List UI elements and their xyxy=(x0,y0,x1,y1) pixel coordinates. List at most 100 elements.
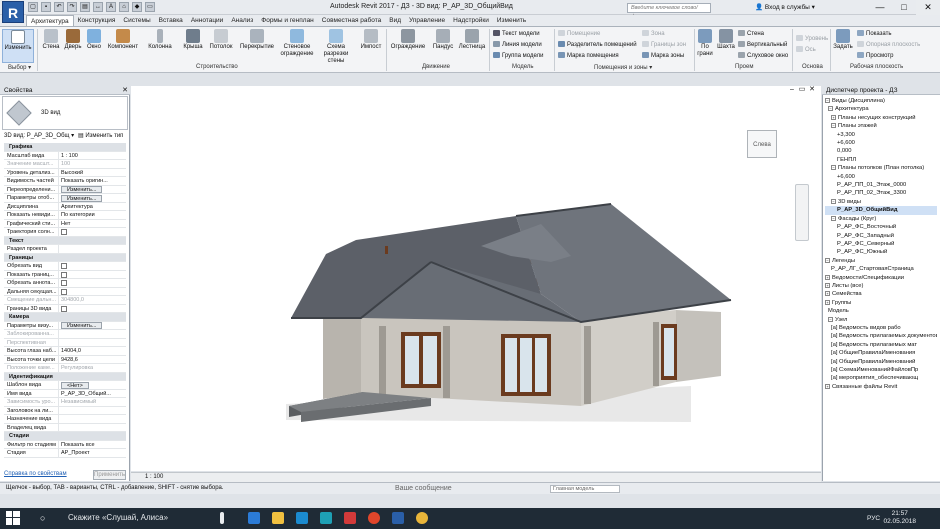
minimize-button[interactable]: — xyxy=(868,0,892,15)
tree-node[interactable]: [a] СхемаИменованийФайловПр xyxy=(825,366,937,374)
curtain-system-button[interactable]: Стеновое ограждение xyxy=(280,29,314,58)
measure-icon[interactable]: ↔ xyxy=(93,2,103,12)
area-tag-button[interactable]: Марка зоны xyxy=(642,52,684,60)
vertical-opening-button[interactable]: Вертикальный xyxy=(738,41,787,49)
shaft-button[interactable]: Шахта xyxy=(716,29,736,51)
floor-button[interactable]: Перекрытие xyxy=(238,29,276,51)
house-model[interactable] xyxy=(131,86,821,471)
property-value[interactable]: Архитектура xyxy=(59,203,126,211)
close-button[interactable]: ✕ xyxy=(916,0,940,15)
view-instance-selector[interactable]: 3D вид: Р_АР_3D_Общ ▾ xyxy=(4,132,74,139)
properties-section[interactable]: Стадии xyxy=(4,432,126,441)
tab-structure[interactable]: Конструкция xyxy=(74,15,120,26)
curtain-grid-button[interactable]: Схема разрезки стены xyxy=(316,29,356,65)
property-checkbox[interactable] xyxy=(61,263,67,269)
tab-manage[interactable]: Управление xyxy=(405,15,449,26)
tree-node[interactable]: + Группы xyxy=(825,299,937,307)
chat-input[interactable]: Ваше сообщение xyxy=(395,485,452,492)
expand-icon[interactable]: + xyxy=(825,291,830,297)
tab-insert[interactable]: Вставка xyxy=(155,15,187,26)
tree-node[interactable]: ГЕНПЛ xyxy=(825,156,937,164)
tab-annotate[interactable]: Аннотации xyxy=(187,15,228,26)
print-icon[interactable]: ▤ xyxy=(80,2,90,12)
window-button[interactable]: Окно xyxy=(84,29,104,51)
show-button[interactable]: Показать xyxy=(857,30,892,38)
tab-modify[interactable]: Изменить xyxy=(493,15,530,26)
tree-node[interactable]: +3,300 xyxy=(825,131,937,139)
door-button[interactable]: Дверь xyxy=(63,29,83,51)
property-value[interactable]: АР_Проект xyxy=(59,449,126,457)
tab-architecture[interactable]: Архитектура xyxy=(26,15,74,26)
undo-icon[interactable]: ↶ xyxy=(54,2,64,12)
mullion-button[interactable]: Импост xyxy=(358,29,384,51)
tree-node[interactable]: + Семейства xyxy=(825,290,937,298)
property-checkbox[interactable] xyxy=(61,280,67,286)
tree-node[interactable]: +6,600 xyxy=(825,173,937,181)
tree-node[interactable]: +6,600 xyxy=(825,139,937,147)
property-value[interactable]: Высокий xyxy=(59,169,126,177)
open-icon[interactable]: ▢ xyxy=(28,2,38,12)
3d-view-icon[interactable]: ⌂ xyxy=(119,2,129,12)
search-icon[interactable]: ○ xyxy=(40,513,45,523)
collapse-icon[interactable]: − xyxy=(831,123,836,129)
tab-view[interactable]: Вид xyxy=(385,15,405,26)
collapse-icon[interactable]: − xyxy=(825,257,830,263)
tree-node[interactable]: − Виды (Дисциплина) xyxy=(825,97,937,105)
tree-node[interactable]: Р_АР_ФС_Восточный xyxy=(825,223,937,231)
collapse-icon[interactable]: − xyxy=(831,215,836,221)
property-checkbox[interactable] xyxy=(61,229,67,235)
ceiling-button[interactable]: Потолок xyxy=(207,29,235,51)
tree-node[interactable]: − Архитектура xyxy=(825,105,937,113)
tree-node[interactable]: Модель xyxy=(825,307,937,315)
app-logo[interactable]: R xyxy=(2,1,24,23)
grid-button[interactable]: Ось xyxy=(796,46,816,54)
microphone-icon[interactable] xyxy=(220,512,224,524)
stair-button[interactable]: Лестница xyxy=(458,29,486,51)
tree-node[interactable]: Р_АР_ФС_Западный xyxy=(825,232,937,240)
railing-button[interactable]: Ограждение xyxy=(389,29,427,51)
component-button[interactable]: Компонент xyxy=(104,29,142,51)
tree-node[interactable]: − Узел xyxy=(825,316,937,324)
property-value[interactable]: 1 : 100 xyxy=(59,152,126,160)
room-separator-button[interactable]: Разделитель помещений xyxy=(558,41,637,49)
redo-icon[interactable]: ↷ xyxy=(67,2,77,12)
group-room-area[interactable]: Помещения и зоны ▾ xyxy=(594,64,652,71)
tab-collaborate[interactable]: Совместная работа xyxy=(318,15,385,26)
edge-icon[interactable] xyxy=(248,512,260,524)
model-line-button[interactable]: Линия модели xyxy=(493,41,542,49)
wall-opening-button[interactable]: Стена xyxy=(738,30,764,38)
property-edit-button[interactable]: Изменить... xyxy=(61,322,103,329)
expand-icon[interactable]: + xyxy=(825,282,830,288)
tree-node[interactable]: [a] Ведомость прилагаемых документов xyxy=(825,332,937,340)
expand-icon[interactable]: + xyxy=(825,274,830,280)
property-value[interactable]: Нет xyxy=(59,220,126,228)
tree-node[interactable]: [a] Ведомость прилагаемых мат xyxy=(825,341,937,349)
modify-button[interactable]: Изменить xyxy=(2,29,34,63)
column-button[interactable]: Колонна xyxy=(144,29,176,51)
properties-help-link[interactable]: Справка по свойствам xyxy=(4,471,67,477)
tree-node[interactable]: Р_АР_3D_ОбщийВид xyxy=(825,206,937,215)
tree-node[interactable]: −3D виды xyxy=(825,198,937,206)
taskbar-search[interactable]: Скажите «Слушай, Алиса» xyxy=(68,513,168,522)
property-value[interactable] xyxy=(59,424,126,432)
wall-button[interactable]: Стена xyxy=(40,29,62,51)
store-icon[interactable] xyxy=(296,512,308,524)
windows-start-icon[interactable] xyxy=(6,511,20,525)
property-value[interactable]: Показать все xyxy=(59,441,126,449)
level-button[interactable]: Уровень xyxy=(796,35,828,43)
viewcube[interactable]: Слева xyxy=(747,130,777,158)
view-scale[interactable]: 1 : 100 xyxy=(145,474,163,480)
properties-section[interactable]: Камера xyxy=(4,313,126,322)
save-icon[interactable]: ▪ xyxy=(41,2,51,12)
property-value[interactable]: 14004,0 xyxy=(59,347,126,355)
close-icon[interactable]: ✕ xyxy=(122,86,128,95)
maximize-button[interactable]: □ xyxy=(892,0,916,15)
tree-node[interactable]: + Планы несущих конструкций xyxy=(825,114,937,122)
expand-icon[interactable]: + xyxy=(831,114,836,120)
property-value[interactable]: Показать оригин... xyxy=(59,177,126,185)
property-value[interactable]: 9428,6 xyxy=(59,356,126,364)
explorer-icon[interactable] xyxy=(272,512,284,524)
tree-node[interactable]: − Планы потолков (План потолка) xyxy=(825,164,937,172)
property-checkbox[interactable] xyxy=(61,271,67,278)
collapse-icon[interactable]: − xyxy=(825,97,830,103)
